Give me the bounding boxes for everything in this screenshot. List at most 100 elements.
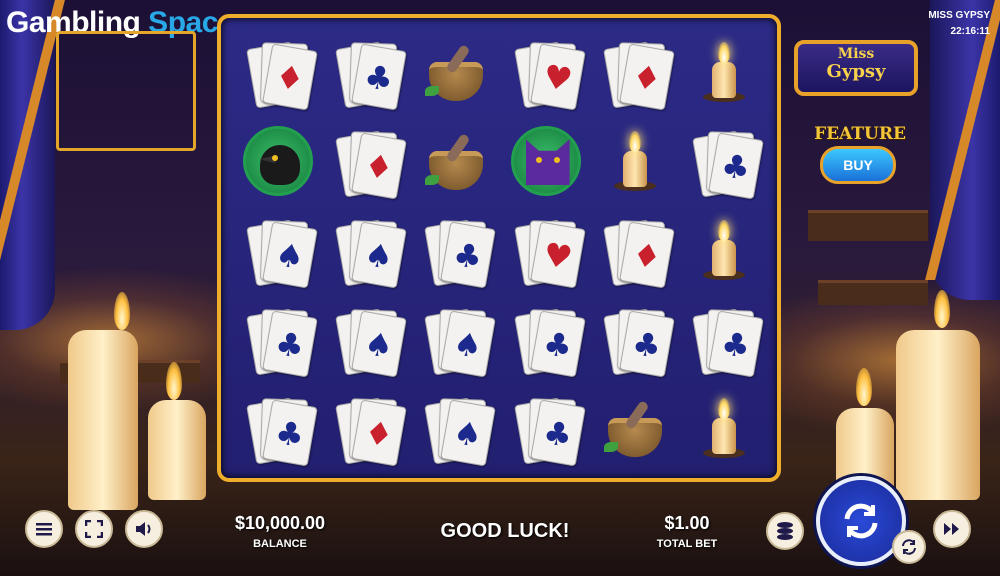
- menu-icon: [36, 523, 52, 536]
- card-diamond-symbol: ♦: [245, 39, 318, 111]
- shelf: [808, 210, 928, 241]
- fast-forward-icon: [944, 523, 959, 535]
- reel-cell: ♦: [590, 28, 679, 117]
- card-spade-symbol: ♠: [245, 217, 318, 289]
- reel-cell: ♦: [322, 383, 411, 472]
- card-spade-symbol: ♠: [334, 217, 407, 289]
- balance-value: $10,000.00: [234, 513, 326, 533]
- card-club-symbol: ♣: [334, 39, 407, 111]
- reel-cell: ♣: [322, 28, 411, 117]
- reel-cell: [680, 383, 769, 472]
- club-suit-icon: ♣: [450, 234, 486, 278]
- reel-grid: ♦ ♣ ♥ ♦ ♦ ♣ ♠ ♠ ♣ ♥ ♦ ♣ ♠ ♠ ♣ ♣ ♣ ♣ ♦ ♠ ♣: [233, 28, 769, 472]
- reel-cell: ♣: [233, 294, 322, 383]
- spade-suit-icon: ♠: [450, 323, 486, 366]
- cat-symbol: [510, 126, 581, 197]
- logo-line-1: Miss: [837, 46, 875, 62]
- status-message: GOOD LUCK!: [440, 520, 570, 542]
- left-candle-small: [148, 400, 206, 500]
- bet-display: $1.00 TOTAL BET: [640, 513, 734, 550]
- card-club-symbol: ♣: [245, 306, 318, 378]
- card-club-symbol: ♣: [423, 217, 497, 289]
- crow-symbol: [242, 126, 313, 197]
- card-diamond-symbol: ♦: [334, 128, 407, 200]
- reel-cell: ♠: [412, 383, 501, 472]
- reel-cell: [412, 117, 501, 206]
- card-diamond-symbol: ♦: [334, 395, 407, 467]
- autoplay-button[interactable]: [892, 530, 926, 564]
- reel-cell: ♣: [501, 294, 590, 383]
- bet-label: TOTAL BET: [656, 538, 718, 550]
- card-club-symbol: ♣: [691, 128, 765, 200]
- club-suit-icon: ♣: [540, 412, 575, 455]
- reel-cell: ♥: [501, 28, 590, 117]
- card-diamond-symbol: ♦: [602, 217, 675, 289]
- logo-line-2: Gypsy: [826, 61, 886, 82]
- card-club-symbol: ♣: [245, 395, 318, 467]
- game-title: MISS GYPSY: [928, 10, 990, 21]
- candle-symbol: [610, 129, 660, 193]
- heart-suit-icon: ♥: [540, 234, 575, 278]
- heart-suit-icon: ♥: [540, 57, 575, 100]
- feature-label: FEATURE: [814, 124, 906, 144]
- balance-label: BALANCE: [253, 538, 307, 550]
- spade-suit-icon: ♠: [361, 323, 397, 366]
- club-suit-icon: ♣: [272, 323, 307, 366]
- card-spade-symbol: ♠: [334, 306, 407, 378]
- candle-symbol: [699, 396, 749, 460]
- candle-symbol: [699, 218, 749, 282]
- sound-button[interactable]: [125, 510, 163, 548]
- reel-cell: [233, 117, 322, 206]
- balance-display: $10,000.00 BALANCE: [210, 513, 350, 550]
- bet-value: $1.00: [664, 513, 710, 533]
- turbo-button[interactable]: [933, 510, 971, 548]
- reel-cell: ♠: [412, 294, 501, 383]
- menu-button[interactable]: [25, 510, 63, 548]
- club-suit-icon: ♣: [718, 323, 754, 366]
- diamond-suit-icon: ♦: [272, 57, 307, 100]
- clock: 22:16:11: [950, 26, 990, 37]
- spade-suit-icon: ♠: [272, 234, 307, 278]
- mortar-symbol: [423, 42, 489, 102]
- candle-flame: [934, 290, 950, 328]
- diamond-suit-icon: ♦: [361, 145, 397, 189]
- diamond-suit-icon: ♦: [629, 57, 665, 100]
- reel-cell: ♦: [590, 206, 679, 295]
- club-suit-icon: ♣: [272, 412, 307, 455]
- right-candle-large: [896, 330, 980, 500]
- card-club-symbol: ♣: [513, 306, 586, 378]
- spade-suit-icon: ♠: [361, 234, 397, 278]
- reel-cell: [590, 117, 679, 206]
- spade-suit-icon: ♠: [450, 412, 486, 455]
- reel-cell: ♦: [233, 28, 322, 117]
- candle-flame: [166, 362, 182, 400]
- card-heart-symbol: ♥: [513, 39, 586, 111]
- reel-cell: ♠: [322, 206, 411, 295]
- mortar-symbol: [423, 131, 489, 191]
- game-logo: Miss Gypsy: [794, 40, 918, 96]
- card-club-symbol: ♣: [513, 395, 586, 467]
- left-candle-large: [68, 330, 138, 510]
- reel-cell: ♣: [501, 383, 590, 472]
- reel-frame: ♦ ♣ ♥ ♦ ♦ ♣ ♠ ♠ ♣ ♥ ♦ ♣ ♠ ♠ ♣ ♣ ♣ ♣ ♦ ♠ ♣: [217, 14, 781, 482]
- reel-cell: ♦: [322, 117, 411, 206]
- coins-icon: [777, 522, 793, 540]
- reel-cell: ♠: [233, 206, 322, 295]
- mortar-symbol: [602, 398, 668, 458]
- fullscreen-icon: [85, 520, 103, 538]
- reel-cell: [590, 383, 679, 472]
- bet-settings-button[interactable]: [766, 512, 804, 550]
- card-diamond-symbol: ♦: [602, 39, 675, 111]
- card-club-symbol: ♣: [602, 306, 675, 378]
- club-suit-icon: ♣: [361, 57, 397, 100]
- reel-cell: [412, 28, 501, 117]
- reel-cell: [680, 206, 769, 295]
- candle-flame: [114, 292, 130, 330]
- fullscreen-button[interactable]: [75, 510, 113, 548]
- feature-buy-button[interactable]: BUY: [820, 146, 896, 184]
- club-suit-icon: ♣: [718, 145, 754, 189]
- spin-icon: [844, 503, 878, 539]
- message-display: GOOD LUCK!: [420, 520, 590, 543]
- club-suit-icon: ♣: [540, 323, 575, 366]
- reel-cell: ♣: [233, 383, 322, 472]
